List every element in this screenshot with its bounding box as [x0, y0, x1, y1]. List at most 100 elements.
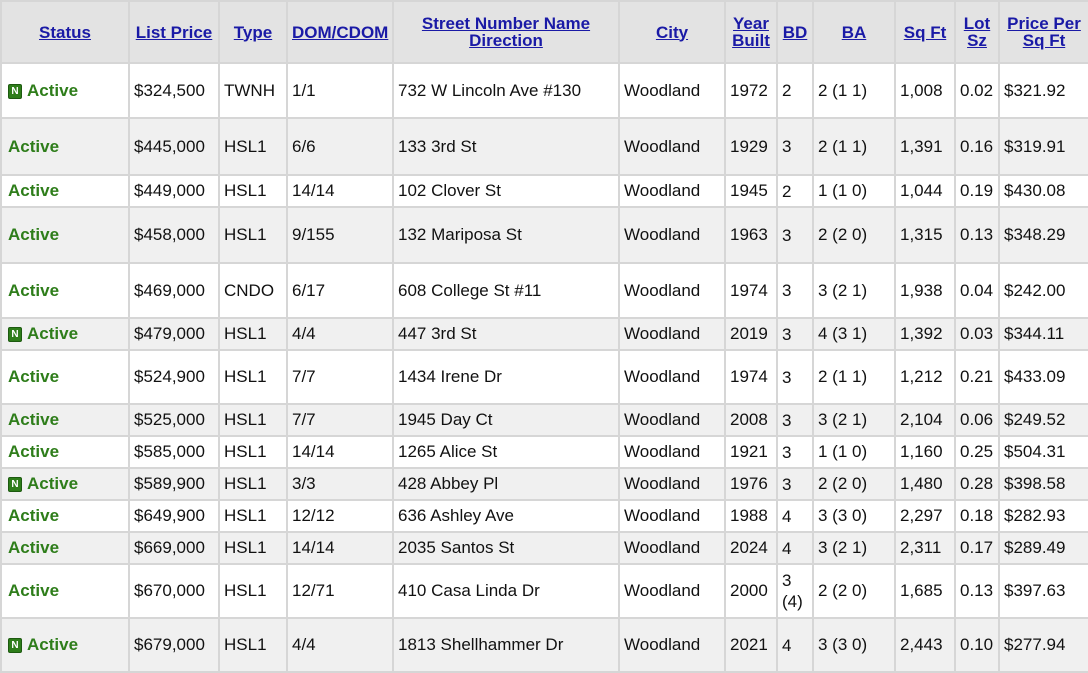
status-text: Active	[8, 225, 60, 244]
list-price-cell: $469,000	[128, 262, 220, 319]
table-row[interactable]: Active $449,000 HSL1 14/14 102 Clover St Wood…	[0, 174, 1088, 208]
lot-size-cell: 0.06	[954, 403, 1000, 437]
column-header-bd[interactable]: BD	[776, 0, 814, 64]
status-cell: N Active	[0, 467, 130, 501]
dom-cdom-cell: 12/71	[286, 563, 394, 619]
type-cell: HSL1	[218, 467, 288, 501]
status-cell: Active	[0, 499, 130, 533]
sqft-cell: 1,008	[894, 62, 956, 119]
column-header-list-price[interactable]: List Price	[128, 0, 220, 64]
city-cell: Woodland	[618, 563, 726, 619]
bd-cell: 3	[776, 117, 814, 176]
price-per-sqft-cell: $277.94	[998, 617, 1088, 673]
sqft-cell: 1,212	[894, 349, 956, 405]
column-header-status[interactable]: Status	[0, 0, 130, 64]
lot-size-cell: 0.13	[954, 206, 1000, 264]
list-price-cell: $670,000	[128, 563, 220, 619]
city-cell: Woodland	[618, 435, 726, 469]
price-per-sqft-cell: $282.93	[998, 499, 1088, 533]
bd-cell: 3	[776, 206, 814, 264]
status-text: Active	[8, 538, 60, 557]
table-row[interactable]: Active $525,000 HSL1 7/7 1945 Day Ct Woodland…	[0, 403, 1088, 437]
lot-size-cell: 0.25	[954, 435, 1000, 469]
column-header-price-per-sqft[interactable]: Price Per Sq Ft	[998, 0, 1088, 64]
dom-cdom-cell: 9/155	[286, 206, 394, 264]
column-header-lot-size[interactable]: Lot Sz	[954, 0, 1000, 64]
price-per-sqft-cell: $433.09	[998, 349, 1088, 405]
city-cell: Woodland	[618, 531, 726, 565]
price-per-sqft-cell: $344.11	[998, 317, 1088, 351]
column-header-dom-cdom[interactable]: DOM/CDOM	[286, 0, 394, 64]
status-cell: N Active	[0, 617, 130, 673]
city-cell: Woodland	[618, 349, 726, 405]
column-header-ba[interactable]: BA	[812, 0, 896, 64]
type-cell: HSL1	[218, 563, 288, 619]
status-cell: Active	[0, 563, 130, 619]
year-built-cell: 1945	[724, 174, 778, 208]
ba-cell: 2 (2 0)	[812, 467, 896, 501]
new-listing-badge-icon: N	[8, 83, 22, 99]
table-row[interactable]: Active $670,000 HSL1 12/71 410 Casa Linda Dr…	[0, 563, 1088, 619]
type-cell: HSL1	[218, 499, 288, 533]
dom-cdom-cell: 7/7	[286, 349, 394, 405]
bd-cell: 4	[776, 499, 814, 533]
year-built-cell: 1988	[724, 499, 778, 533]
city-cell: Woodland	[618, 403, 726, 437]
address-cell: 447 3rd St	[392, 317, 620, 351]
dom-cdom-cell: 1/1	[286, 62, 394, 119]
lot-size-cell: 0.16	[954, 117, 1000, 176]
table-row[interactable]: N Active $589,900 HSL1 3/3 428 Abbey Pl Woodla…	[0, 467, 1088, 501]
bd-cell: 2	[776, 62, 814, 119]
sqft-cell: 1,685	[894, 563, 956, 619]
dom-cdom-cell: 6/6	[286, 117, 394, 176]
sqft-cell: 1,160	[894, 435, 956, 469]
lot-size-cell: 0.02	[954, 62, 1000, 119]
bd-cell: 3	[776, 435, 814, 469]
table-row[interactable]: Active $524,900 HSL1 7/7 1434 Irene Dr Woodla…	[0, 349, 1088, 405]
column-header-city[interactable]: City	[618, 0, 726, 64]
ba-cell: 2 (2 0)	[812, 563, 896, 619]
year-built-cell: 1921	[724, 435, 778, 469]
address-cell: 608 College St #11	[392, 262, 620, 319]
column-header-year-built[interactable]: Year Built	[724, 0, 778, 64]
table-row[interactable]: N Active $324,500 TWNH 1/1 732 W Lincoln Ave …	[0, 62, 1088, 119]
price-per-sqft-cell: $504.31	[998, 435, 1088, 469]
status-cell: Active	[0, 117, 130, 176]
bd-cell: 3	[776, 403, 814, 437]
dom-cdom-cell: 14/14	[286, 174, 394, 208]
address-cell: 133 3rd St	[392, 117, 620, 176]
price-per-sqft-cell: $249.52	[998, 403, 1088, 437]
sqft-cell: 2,311	[894, 531, 956, 565]
listings-table: Status List Price Type DOM/CDOM Street N…	[0, 0, 1088, 673]
table-row[interactable]: Active $585,000 HSL1 14/14 1265 Alice St Wood…	[0, 435, 1088, 469]
status-cell: Active	[0, 403, 130, 437]
price-per-sqft-cell: $321.92	[998, 62, 1088, 119]
lot-size-cell: 0.21	[954, 349, 1000, 405]
column-header-sqft[interactable]: Sq Ft	[894, 0, 956, 64]
year-built-cell: 1974	[724, 262, 778, 319]
table-row[interactable]: Active $458,000 HSL1 9/155 132 Mariposa St Wo…	[0, 206, 1088, 264]
table-row[interactable]: Active $469,000 CNDO 6/17 608 College St #11…	[0, 262, 1088, 319]
dom-cdom-cell: 3/3	[286, 467, 394, 501]
city-cell: Woodland	[618, 467, 726, 501]
type-cell: HSL1	[218, 435, 288, 469]
table-row[interactable]: N Active $479,000 HSL1 4/4 447 3rd St Woodland…	[0, 317, 1088, 351]
sqft-cell: 1,315	[894, 206, 956, 264]
city-cell: Woodland	[618, 62, 726, 119]
status-cell: N Active	[0, 317, 130, 351]
dom-cdom-cell: 12/12	[286, 499, 394, 533]
table-row[interactable]: Active $669,000 HSL1 14/14 2035 Santos St Woo…	[0, 531, 1088, 565]
table-row[interactable]: Active $649,900 HSL1 12/12 636 Ashley Ave Woo…	[0, 499, 1088, 533]
status-cell: Active	[0, 531, 130, 565]
list-price-cell: $445,000	[128, 117, 220, 176]
table-row[interactable]: N Active $679,000 HSL1 4/4 1813 Shellhammer D…	[0, 617, 1088, 673]
column-header-address[interactable]: Street Number Name Direction	[392, 0, 620, 64]
table-row[interactable]: Active $445,000 HSL1 6/6 133 3rd St Woodland 1…	[0, 117, 1088, 176]
column-header-type[interactable]: Type	[218, 0, 288, 64]
sqft-cell: 2,443	[894, 617, 956, 673]
type-cell: HSL1	[218, 174, 288, 208]
address-cell: 1434 Irene Dr	[392, 349, 620, 405]
city-cell: Woodland	[618, 499, 726, 533]
sqft-cell: 1,391	[894, 117, 956, 176]
lot-size-cell: 0.28	[954, 467, 1000, 501]
